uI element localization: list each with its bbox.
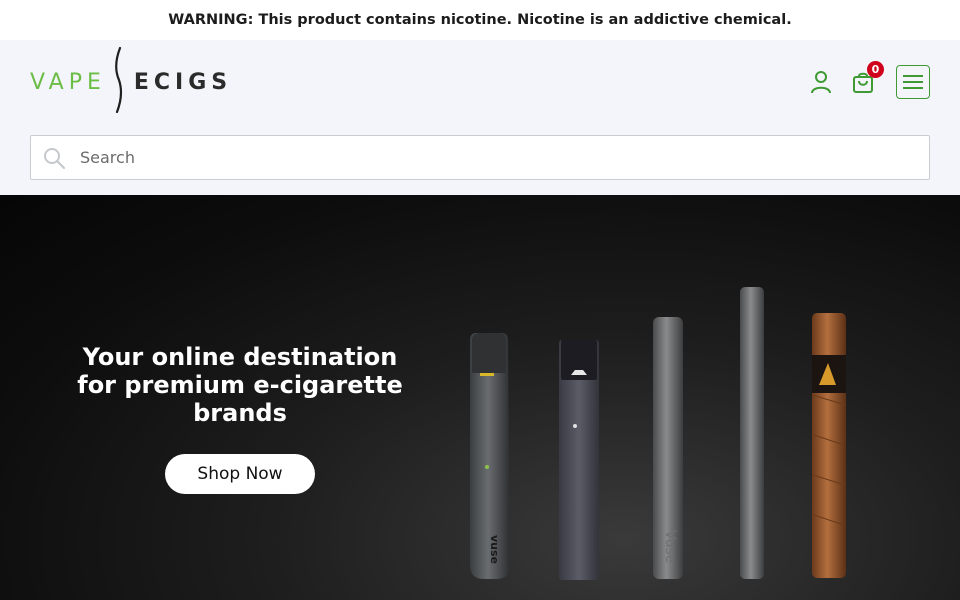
device-3-mark: Vuse [662, 530, 678, 563]
hero-text-block: Your online destination for premium e-ci… [60, 343, 420, 427]
pod-device-1: vuse [470, 333, 510, 579]
products-image: vuse Vuse [470, 287, 847, 580]
cart-button[interactable]: 0 [850, 61, 884, 95]
shop-now-button[interactable]: Shop Now [165, 454, 315, 494]
logo-ecigs-text: ECIGS [133, 69, 233, 95]
menu-button[interactable] [896, 65, 930, 99]
logo-swirl-icon [114, 46, 124, 117]
search-bar [30, 135, 930, 180]
warning-text: WARNING: This product contains nicotine.… [168, 12, 792, 28]
hero-banner: Your online destination for premium e-ci… [0, 195, 960, 600]
pod-device-2 [559, 340, 599, 580]
device-1-mark: vuse [488, 535, 501, 564]
header-actions: 0 [808, 61, 930, 99]
search-icon[interactable] [43, 146, 67, 170]
stick-device-4 [740, 287, 764, 579]
search-input[interactable] [80, 148, 900, 167]
stick-device-3: Vuse [653, 317, 683, 579]
account-button[interactable] [808, 69, 834, 95]
site-logo[interactable]: VAPE ECIGS [30, 46, 233, 117]
cart-count-badge: 0 [867, 61, 884, 78]
site-header: VAPE ECIGS 0 [0, 40, 960, 195]
logo-vape-text: VAPE [30, 69, 106, 95]
hamburger-menu-icon [903, 75, 923, 89]
user-icon [811, 71, 831, 94]
nicotine-warning-bar: WARNING: This product contains nicotine.… [0, 0, 960, 40]
hero-heading: Your online destination for premium e-ci… [77, 343, 403, 427]
cigar [811, 313, 847, 578]
